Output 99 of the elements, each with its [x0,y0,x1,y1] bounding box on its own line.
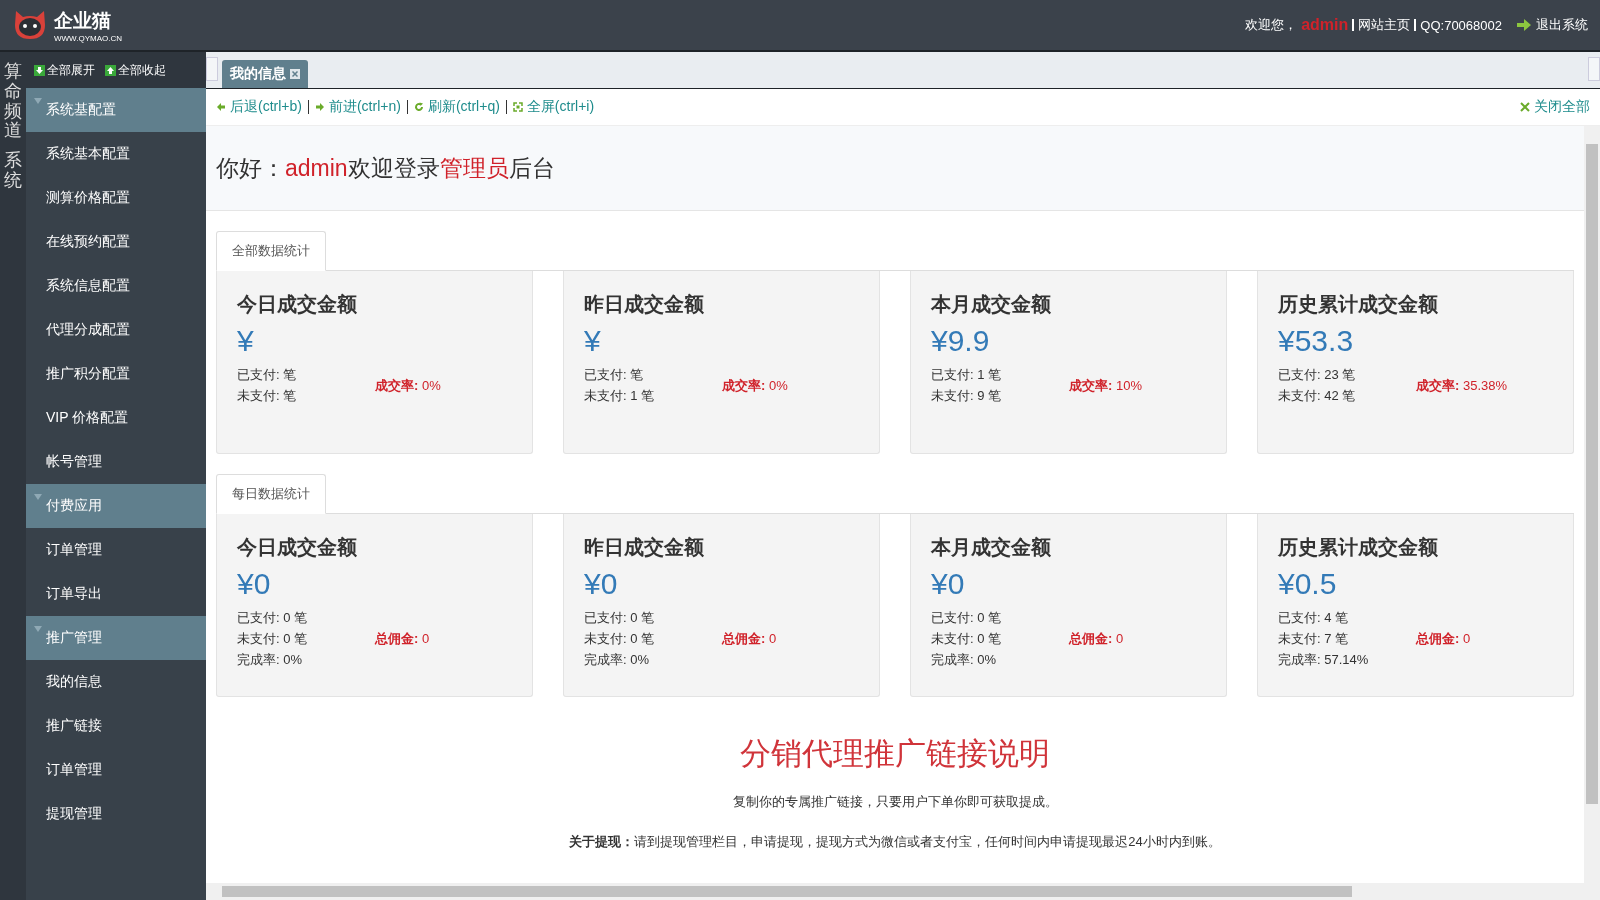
stat-value: 成交率: 10% [1069,376,1142,395]
cat-logo-icon [12,9,48,41]
stat-line: 未支付: 42 笔 [1278,387,1357,405]
notice-title: 分销代理推广链接说明 [740,735,1050,773]
stat-line: 完成率: 0% [237,651,303,669]
close-all-button[interactable]: 关闭全部 [1520,98,1590,116]
toolbar-button[interactable]: 后退(ctrl+b) [216,98,302,116]
toolbar-button[interactable]: 前进(ctrl+n) [314,98,401,116]
caret-icon [34,626,42,632]
stat-line: 已支付: 0 笔 [237,609,309,627]
welcome-text: 欢迎您， [1245,16,1298,34]
greeting-banner: 你好：admin欢迎登录管理员后台 [206,126,1584,211]
amount: ¥9.9 [931,324,991,358]
card-title: 今日成交金额 [237,292,358,317]
card-title: 今日成交金额 [237,535,358,560]
stat-line: 未支付: 0 笔 [237,630,309,648]
sidebar-item[interactable]: 订单管理 [26,748,206,792]
stat-line: 未支付: 笔 [237,387,298,405]
card-title: 昨日成交金额 [584,535,705,560]
logo-name: 企业猫 [54,8,112,33]
stat-value: 成交率: 0% [722,376,788,395]
sidebar-item[interactable]: 提现管理 [26,792,206,836]
amount: ¥ [584,324,602,358]
username: admin [1301,16,1349,34]
section-tab[interactable]: 每日数据统计 [216,474,326,514]
collapse-all-button[interactable]: 全部收起 [105,61,166,79]
stat-line: 未支付: 7 笔 [1278,630,1350,648]
arrow-right-icon [314,102,325,112]
toolbar-button[interactable]: 刷新(ctrl+q) [413,98,500,116]
close-icon [1520,102,1530,112]
vertical-scrollbar[interactable] [1584,126,1600,883]
stat-line: 完成率: 57.14% [1278,651,1370,669]
stat-value: 总佣金: 0 [1069,630,1124,648]
stat-line: 完成率: 0% [931,651,997,669]
card-title: 本月成交金额 [931,292,1052,317]
amount: ¥53.3 [1278,324,1355,358]
sidebar-item[interactable]: 系统基本配置 [26,132,206,176]
logout-link[interactable]: 退出系统 [1516,16,1588,34]
side-tab[interactable]: 系统 [4,151,22,191]
side-tab[interactable]: 算命频道 [4,62,22,142]
sidebar-group[interactable]: 付费应用 [26,484,206,528]
amount: ¥ [237,324,255,358]
sidebar-item[interactable]: 推广链接 [26,704,206,748]
card-title: 历史累计成交金额 [1278,535,1439,560]
fullscreen-icon [512,102,523,112]
expand-all-button[interactable]: 全部展开 [34,61,95,79]
up-arrow-icon [105,64,116,76]
sidebar-item[interactable]: 订单管理 [26,528,206,572]
stat-line: 已支付: 23 笔 [1278,366,1357,384]
notice-text: 复制你的专属推广链接，只要用户下单你即可获取提成。 [732,793,1058,811]
stat-line: 已支付: 笔 [237,366,298,384]
amount: ¥0.5 [1278,567,1338,601]
stat-value: 总佣金: 0 [722,630,777,648]
home-link[interactable]: 网站主页 [1358,16,1411,34]
sidebar-item[interactable]: 系统信息配置 [26,264,206,308]
arrow-left-icon [216,102,226,112]
sidebar-item[interactable]: 在线预约配置 [26,220,206,264]
stat-line: 未支付: 9 笔 [931,387,1003,405]
stat-line: 已支付: 4 笔 [1278,609,1350,627]
sidebar-item[interactable]: 订单导出 [26,572,206,616]
refresh-icon [413,102,424,112]
card-title: 昨日成交金额 [584,292,705,317]
sidebar-item[interactable]: 帐号管理 [26,440,206,484]
stat-value: 总佣金: 0 [1416,630,1471,648]
stat-value: 总佣金: 0 [375,630,430,648]
notice-detail: 关于提现：请到提现管理栏目，申请提现，提现方式为微信或者支付宝，任何时间内申请提现最迟24小时内到账。 [569,833,1221,851]
card-title: 历史累计成交金额 [1278,292,1439,317]
qq-number: QQ:70068002 [1420,17,1502,33]
page-tab[interactable]: 我的信息 [222,60,308,88]
stat-line: 完成率: 0% [584,651,650,669]
sidebar-item[interactable]: 我的信息 [26,660,206,704]
amount: ¥0 [584,567,619,601]
card-title: 本月成交金额 [931,535,1052,560]
stat-line: 已支付: 0 笔 [931,609,1003,627]
sidebar-item[interactable]: 推广积分配置 [26,352,206,396]
stat-line: 未支付: 0 笔 [584,630,656,648]
down-arrow-icon [34,64,45,76]
stat-line: 未支付: 0 笔 [931,630,1003,648]
logo-url: WWW.QYMAO.CN [54,33,122,43]
stat-line: 已支付: 1 笔 [931,366,1003,384]
amount: ¥0 [237,567,272,601]
stat-line: 已支付: 0 笔 [584,609,656,627]
stat-line: 未支付: 1 笔 [584,387,656,405]
sidebar-group[interactable]: 推广管理 [26,616,206,660]
section-tab[interactable]: 全部数据统计 [216,231,326,271]
toolbar-button[interactable]: 全屏(ctrl+i) [512,98,595,116]
stat-line: 已支付: 笔 [584,366,645,384]
sidebar-item[interactable]: 测算价格配置 [26,176,206,220]
sidebar-group[interactable]: 系统基配置 [26,88,206,132]
caret-icon [34,98,42,104]
close-icon[interactable] [290,69,300,79]
amount: ¥0 [931,567,966,601]
caret-icon [34,494,42,500]
stat-value: 成交率: 0% [375,376,441,395]
stat-value: 成交率: 35.38% [1416,376,1508,395]
sidebar-item[interactable]: 代理分成配置 [26,308,206,352]
horizontal-scrollbar[interactable] [206,883,1600,900]
sidebar-item[interactable]: VIP 价格配置 [26,396,206,440]
arrow-right-icon [1516,18,1532,32]
